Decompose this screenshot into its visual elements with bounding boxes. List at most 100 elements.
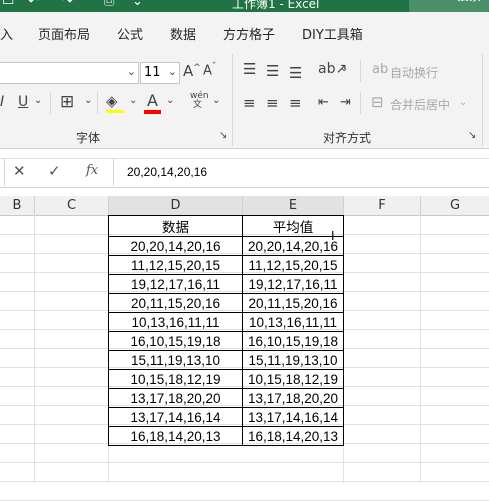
borders-icon[interactable]: ⊞ [60, 92, 74, 112]
table-row: 20,11,15,20,16 20,11,15,20,16 [108, 293, 344, 313]
data-cell[interactable]: 10,15,18,12,19 [108, 369, 243, 389]
redo-icon[interactable]: ↷ [62, 0, 73, 9]
phonetic-guide-icon[interactable]: wén 文 [190, 92, 209, 110]
search-icon: ⌕ [425, 0, 432, 2]
chevron-down-icon[interactable]: ⌄ [212, 95, 220, 106]
formula-bar: ✕ ✓ fx 20,20,14,20,16 [0, 158, 489, 188]
separator [360, 60, 361, 82]
column-header-d[interactable]: D [109, 196, 243, 215]
merge-center-label[interactable]: 合并后居中 [390, 96, 450, 113]
chevron-down-icon: ⌄ [126, 65, 136, 78]
data-cell[interactable]: 13,17,14,16,14 [108, 407, 243, 427]
dialog-launcher-icon[interactable]: ↘ [219, 130, 227, 141]
tab-fangfang[interactable]: 方方格子 [223, 24, 275, 43]
save-icon[interactable]: ▭ [2, 0, 14, 9]
data-cell[interactable]: 11,12,15,20,15 [108, 255, 243, 275]
column-header-g[interactable]: G [421, 196, 489, 215]
tab-page-layout[interactable]: 页面布局 [38, 24, 90, 43]
average-cell[interactable]: 20,11,15,20,16 [242, 293, 344, 313]
wrap-text-label[interactable]: 自动换行 [390, 64, 438, 81]
enter-icon[interactable]: ✓ [48, 162, 61, 180]
header-cell-data[interactable]: 数据 [108, 215, 243, 237]
chevron-down-icon[interactable]: ⌄ [129, 95, 137, 106]
merge-center-icon[interactable]: ⊟ [371, 93, 384, 111]
underline-icon[interactable]: U [18, 94, 28, 110]
header-cell-average[interactable]: 平均值 [242, 215, 344, 237]
font-size-value: 11 [144, 65, 161, 80]
average-cell[interactable]: 15,11,19,13,10 [242, 350, 344, 370]
align-top-icon[interactable]: ☰ [243, 60, 256, 78]
data-cell[interactable]: 19,12,17,16,11 [108, 274, 243, 294]
separator [482, 54, 483, 146]
ribbon: ⌄ 11 ⌄ A^ Aˇ I U ⌄ ⊞ ⌄ ◈ ⌄ A ⌄ wén 文 ⌄ 字… [0, 48, 489, 149]
formula-value: 20,20,14,20,16 [127, 165, 208, 179]
column-header-b[interactable]: B [0, 196, 35, 215]
decrease-indent-icon[interactable]: ⇤ [318, 95, 329, 110]
average-cell[interactable]: 13,17,18,20,20 [242, 388, 344, 408]
data-cell[interactable]: 16,18,14,20,13 [108, 426, 243, 446]
increase-indent-icon[interactable]: ⇥ [340, 95, 351, 110]
formula-input[interactable]: 20,20,14,20,16 [113, 159, 489, 186]
align-center-icon[interactable]: ≡ [266, 94, 279, 112]
insert-function-icon[interactable]: fx [86, 163, 98, 178]
average-cell[interactable]: 16,10,15,19,18 [242, 331, 344, 351]
average-cell[interactable]: 11,12,15,20,15 [242, 255, 344, 275]
wrap-text-icon[interactable]: ab [372, 62, 388, 77]
tab-diy-toolbox[interactable]: DIY工具箱 [302, 24, 363, 43]
font-color-icon[interactable]: A [147, 91, 158, 110]
chevron-down-icon[interactable]: ⌄ [34, 95, 42, 106]
customize-qat-icon[interactable]: ⌄ [132, 0, 143, 9]
tab-insert[interactable]: 入 [0, 24, 13, 43]
italic-icon[interactable]: I [0, 94, 4, 110]
align-bottom-icon[interactable]: ☰ [289, 64, 302, 82]
data-cell[interactable]: 20,20,14,20,16 [108, 236, 243, 256]
font-size-select[interactable]: 11 ⌄ [140, 62, 180, 84]
font-name-select[interactable]: ⌄ [0, 62, 139, 84]
data-cell[interactable]: 20,11,15,20,16 [108, 293, 243, 313]
decrease-font-size-icon[interactable]: Aˇ [203, 62, 216, 78]
align-left-icon[interactable]: ≡ [243, 94, 256, 112]
dialog-launcher-icon[interactable]: ↘ [468, 130, 476, 141]
average-cell[interactable]: 10,13,16,11,11 [242, 312, 344, 332]
data-cell[interactable]: 16,10,15,19,18 [108, 331, 243, 351]
chevron-down-icon[interactable]: ⌄ [166, 95, 174, 106]
title-bar: ▭ ↶ ↷ ⎙ ⌄ 工作簿1 - Excel ⌕ 搜索 [0, 0, 489, 12]
fill-color-icon[interactable]: ◈ [106, 92, 118, 110]
print-preview-icon[interactable]: ⎙ [104, 0, 114, 9]
average-cell[interactable]: 20,20,14,20,16 [242, 236, 344, 256]
undo-icon[interactable]: ↶ [28, 0, 39, 9]
tab-data[interactable]: 数据 [170, 24, 196, 43]
column-header-f[interactable]: F [344, 196, 421, 215]
separator [50, 92, 51, 114]
average-cell[interactable]: 19,12,17,16,11 [242, 274, 344, 294]
search-box[interactable]: ⌕ 搜索 [409, 0, 489, 12]
data-cell[interactable]: 10,13,16,11,11 [108, 312, 243, 332]
data-cell[interactable]: 13,17,18,20,20 [108, 388, 243, 408]
align-right-icon[interactable]: ≡ [289, 94, 302, 112]
name-box-edge[interactable] [0, 159, 5, 186]
chevron-down-icon[interactable]: ⌄ [84, 95, 92, 106]
tab-formulas[interactable]: 公式 [117, 24, 143, 43]
data-table: 数据 平均值 20,20,14,20,16 20,20,14,20,16 11,12… [108, 215, 344, 446]
fill-color-swatch [106, 110, 124, 113]
separator [97, 92, 98, 114]
table-row: 19,12,17,16,11 19,12,17,16,11 [108, 274, 344, 294]
column-header-e[interactable]: E [243, 196, 344, 215]
table-header-row: 数据 平均值 [108, 215, 344, 237]
font-group-label: 字体 [76, 131, 101, 145]
chevron-down-icon[interactable]: ⌄ [459, 97, 467, 108]
chevron-down-icon[interactable]: ⌄ [340, 63, 348, 74]
data-cell[interactable]: 15,11,19,13,10 [108, 350, 243, 370]
gridline [0, 462, 489, 463]
separator [232, 54, 233, 146]
table-row: 13,17,18,20,20 13,17,18,20,20 [108, 388, 344, 408]
increase-font-size-icon[interactable]: A^ [183, 62, 201, 80]
average-cell[interactable]: 13,17,14,16,14 [242, 407, 344, 427]
table-row: 16,18,14,20,13 16,18,14,20,13 [108, 426, 344, 446]
alignment-group-label: 对齐方式 [323, 131, 372, 145]
average-cell[interactable]: 16,18,14,20,13 [242, 426, 344, 446]
column-header-c[interactable]: C [35, 196, 109, 215]
cancel-icon[interactable]: ✕ [13, 162, 26, 180]
align-middle-icon[interactable]: ☰ [266, 62, 279, 80]
average-cell[interactable]: 10,15,18,12,19 [242, 369, 344, 389]
